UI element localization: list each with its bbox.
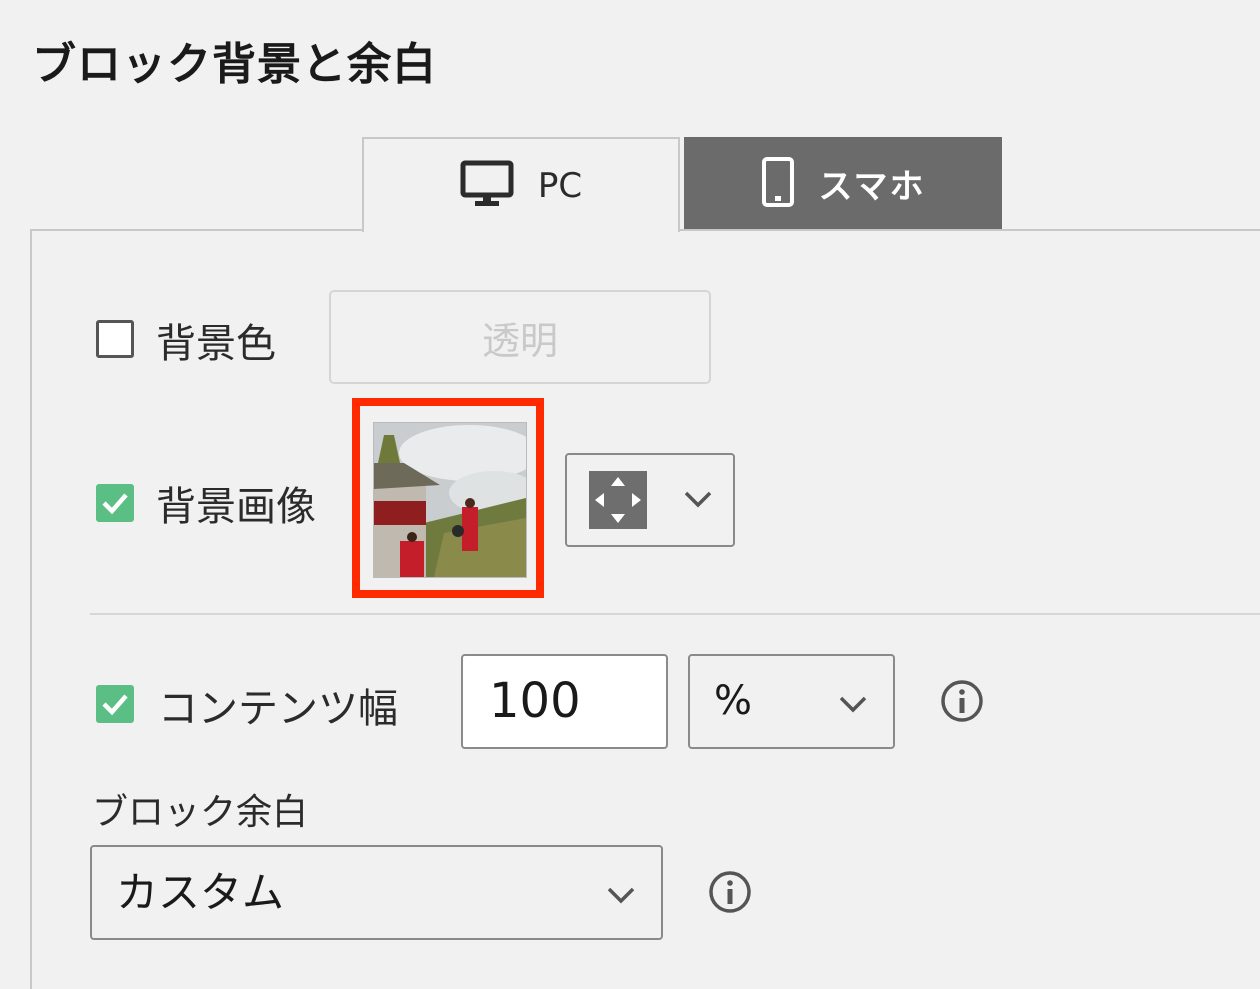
background-color-checkbox[interactable] [96, 320, 134, 358]
tab-pc-label: PC [537, 165, 583, 206]
highlight-frame [352, 398, 544, 598]
background-color-label: 背景色 [156, 321, 276, 367]
chevron-down-icon [839, 696, 867, 713]
info-icon[interactable] [940, 679, 984, 723]
tab-smartphone-label: スマホ [818, 167, 926, 207]
checkmark-icon [102, 493, 128, 515]
content-width-input[interactable]: 100 [461, 654, 668, 749]
content-width-checkbox[interactable] [96, 685, 134, 723]
checkmark-icon [102, 694, 128, 716]
chevron-down-icon [684, 491, 712, 508]
background-image-checkbox[interactable] [96, 484, 134, 522]
block-margin-select[interactable]: カスタム [90, 845, 663, 940]
divider [90, 613, 1260, 615]
background-image-label: 背景画像 [156, 484, 316, 530]
tab-pc[interactable]: PC [362, 137, 680, 232]
chevron-down-icon [607, 887, 635, 904]
background-color-field[interactable]: 透明 [329, 290, 711, 384]
info-icon[interactable] [708, 870, 752, 914]
block-margin-label: ブロック余白 [92, 792, 309, 833]
desktop-icon [460, 160, 514, 212]
section-title: ブロック背景と余白 [32, 39, 437, 90]
content-width-unit-select[interactable]: % [688, 654, 895, 749]
background-position-select[interactable] [565, 453, 735, 547]
position-arrows-icon [589, 471, 647, 529]
unit-select-value: % [714, 678, 753, 724]
smartphone-icon [761, 156, 795, 212]
content-width-label: コンテンツ幅 [158, 686, 398, 732]
tab-smartphone[interactable]: スマホ [684, 137, 1002, 230]
block-margin-value: カスタム [116, 868, 285, 917]
